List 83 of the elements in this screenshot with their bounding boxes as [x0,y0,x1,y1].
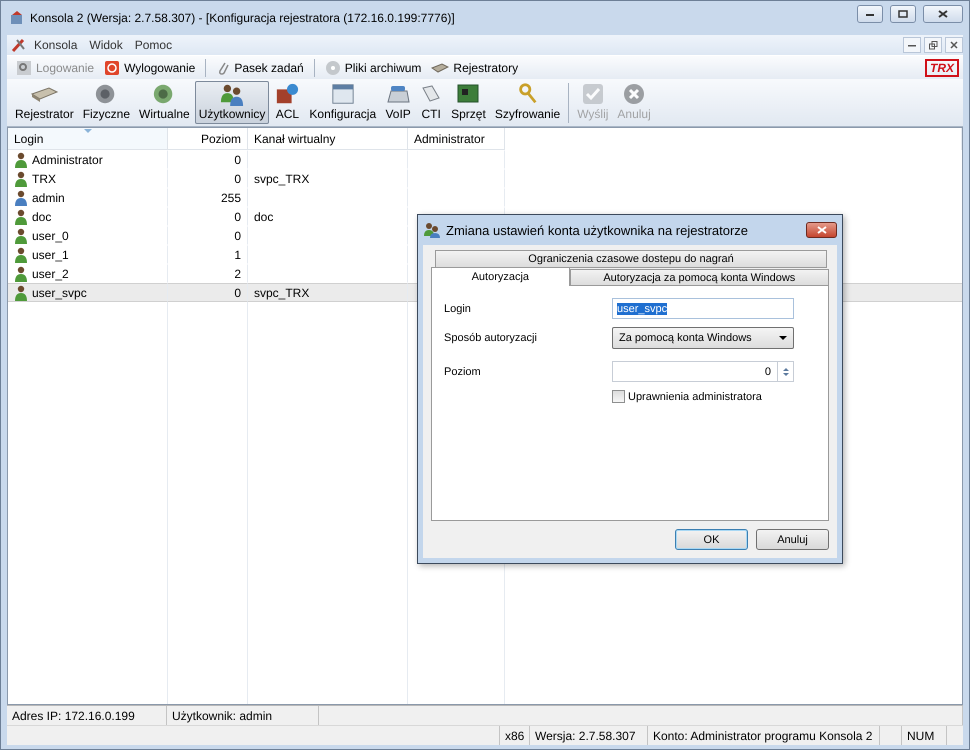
status-text: NUM [902,726,947,745]
restore-icon [928,40,938,50]
sort-arrow-icon [84,129,92,133]
column-header[interactable]: Kanał wirtualny [248,128,408,150]
window-icon [330,82,356,106]
minimize-icon [908,43,916,47]
dialog-button[interactable]: Anuluj [756,529,829,550]
cancel-icon [622,82,646,106]
column-header[interactable]: Poziom [168,128,248,150]
toolbar-button[interactable]: CTI [416,81,446,124]
tab[interactable]: Autoryzacja [431,267,570,286]
tab[interactable]: Ograniczenia czasowe dostepu do nagrań [435,250,827,268]
menu-item[interactable]: Widok [84,38,128,52]
dropdown[interactable]: Za pomocą konta Windows [612,327,794,349]
field-label: Poziom [444,364,482,380]
status-text: Konto: Administrator programu Konsola 2 [648,726,880,745]
login-text: user_2 [32,266,69,280]
toolbar-button[interactable]: Wirtualne [135,81,194,124]
menu-item[interactable]: Konsola [29,38,82,52]
window-title: Konsola 2 (Wersja: 2.7.58.307) - [Konfiguracja rejestratora (172.16.0.199:7776)] [30,11,456,25]
number-field[interactable]: 0 [612,361,794,382]
restore-button[interactable] [924,37,942,53]
menu-item[interactable]: Pomoc [130,38,178,52]
toolbar-button[interactable]: Pliki archiwum [322,60,424,76]
device-icon [431,62,450,74]
table-cell: 0 [168,169,248,188]
toolbar-button[interactable]: Konfiguracja [305,81,380,124]
table-cell: 0 [168,150,248,169]
maximize-icon [898,10,908,18]
users-icon [423,222,441,238]
toolbar-button[interactable]: Pasek zadań [213,60,307,76]
table-cell: 0 [168,283,248,302]
tab[interactable]: Autoryzacja za pomocą konta Windows [570,269,829,286]
close-icon [950,41,958,49]
toolbar-button[interactable]: Użytkownicy [194,81,270,124]
toolbar-button[interactable]: Sprzęt [447,81,490,124]
close-icon [816,226,826,234]
minimize-button[interactable] [903,37,921,53]
table-cell: doc [248,207,408,226]
logo: TRX [925,58,959,76]
column-header[interactable]: Login [8,128,168,150]
tools-icon [11,37,27,53]
table-cell: 255 [168,188,248,207]
app-icon [9,10,25,26]
login-text: user_0 [32,228,69,242]
login-text: TRX [32,172,56,186]
maximize-button[interactable] [890,5,916,23]
login-text: doc [32,210,52,224]
dialog-button[interactable]: OK [675,529,748,550]
power-icon [104,60,120,76]
login-text: user_1 [32,248,69,262]
toolbar-button[interactable]: ACL [270,81,304,124]
login-text: admin [32,190,65,204]
toolbar-button[interactable]: VoIP [381,81,416,124]
minimize-button[interactable] [857,5,883,23]
close-button[interactable] [923,5,963,23]
spinner-arrows-icon [782,366,790,378]
status-text: Wersja: 2.7.58.307 [530,726,648,745]
toolbar-button[interactable]: Fizyczne [78,81,134,124]
admin-checkbox[interactable]: Uprawnienia administratora [612,390,794,403]
toolbar-button[interactable]: Rejestrator [11,81,78,124]
status-text: x86 [500,726,530,745]
close-icon [938,10,948,18]
login-text: Administrator [32,152,103,166]
checkmark-icon [580,82,605,106]
login-field[interactable]: user_svpc [612,298,794,319]
close-button[interactable] [806,222,837,238]
disc-icon [324,60,341,76]
toolbar-button[interactable]: Szyfrowanie [490,81,564,124]
column-header[interactable]: Administrator [408,128,505,150]
toolbar-button[interactable]: Wylogowanie [101,60,198,76]
table-cell: 0 [168,226,248,245]
field-label: Sposób autoryzacji [444,331,538,346]
minimize-icon [865,11,875,17]
dialog-title: Zmiana ustawień konta użytkownika na rejestratorze [446,222,750,238]
toolbar-button[interactable]: Rejestratory [428,60,522,74]
login-text: user_svpc [32,286,87,300]
table-cell: 1 [168,245,248,264]
table-cell: svpc_TRX [248,283,408,302]
field-label: Login [444,302,472,316]
table-cell: 0 [168,207,248,226]
caret-icon [779,336,787,340]
table-cell: svpc_TRX [248,169,408,188]
